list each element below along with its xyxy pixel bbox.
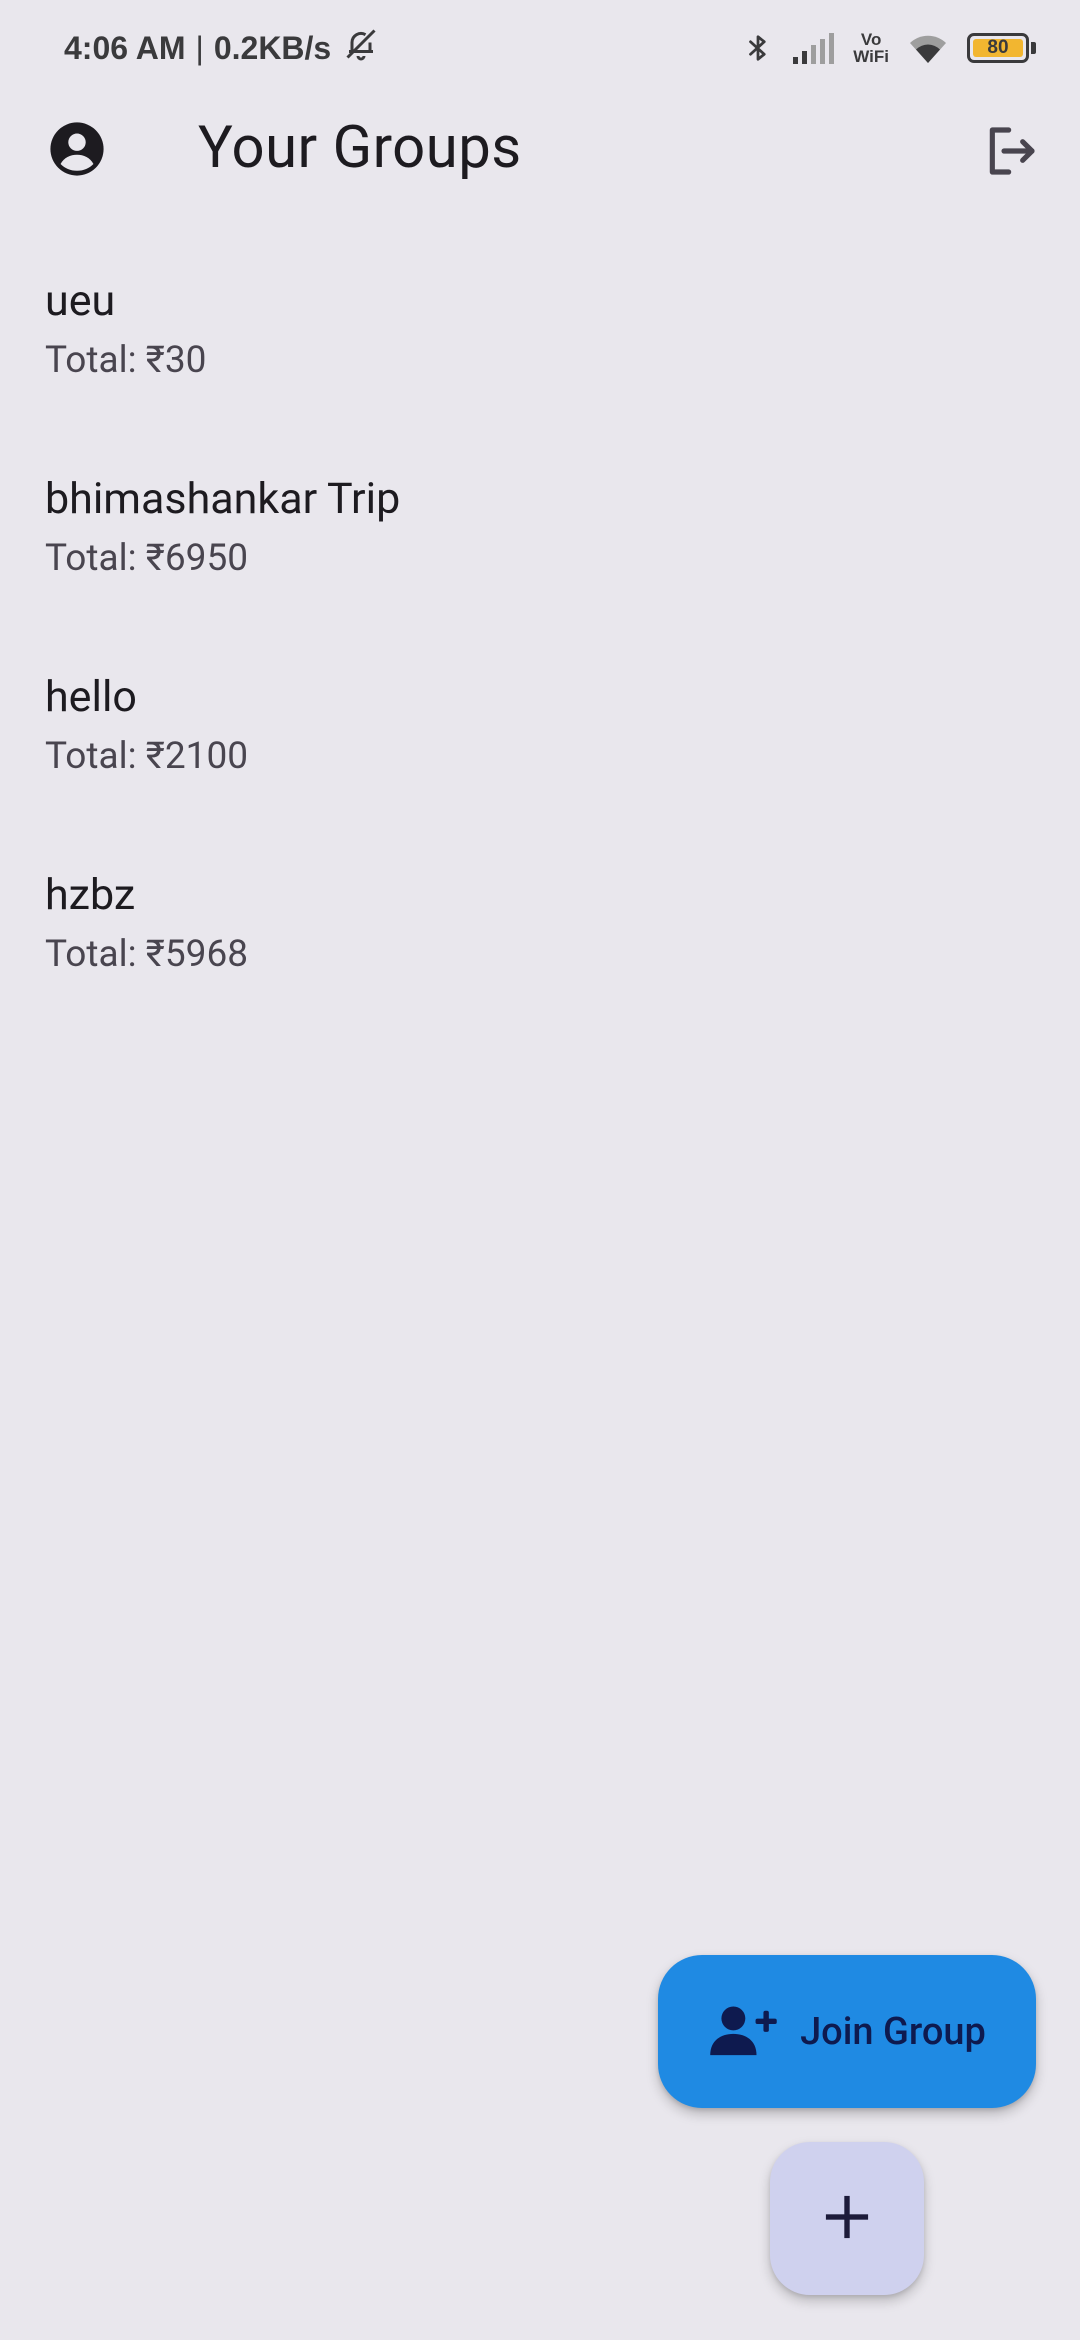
- group-total: Total: ₹2100: [45, 735, 249, 778]
- vowifi-bottom: WiFi: [853, 47, 889, 66]
- join-group-button[interactable]: Join Group: [658, 1955, 1036, 2108]
- battery-indicator: 80: [967, 33, 1036, 63]
- group-total: Total: ₹30: [45, 339, 207, 382]
- status-right: Vo WiFi 80: [743, 30, 1036, 66]
- bell-off-icon: [343, 26, 379, 70]
- screen: 4:06 AM | 0.2KB/s Vo WiFi 80 Your Groups…: [0, 0, 1080, 2340]
- logout-button[interactable]: [980, 122, 1042, 184]
- cell-signal-icon: [791, 31, 835, 65]
- wifi-icon: [907, 31, 949, 65]
- group-list: ueu Total: ₹30 bhimashankar Trip Total: …: [0, 258, 1080, 1050]
- page-title: Your Groups: [198, 114, 522, 182]
- logout-icon: [982, 123, 1040, 183]
- group-name: hello: [45, 672, 137, 722]
- battery-icon: 80: [967, 33, 1029, 63]
- status-left: 4:06 AM | 0.2KB/s: [64, 26, 379, 70]
- group-name: ueu: [45, 276, 116, 326]
- group-list-item[interactable]: ueu Total: ₹30: [0, 258, 1080, 456]
- battery-nub: [1031, 42, 1036, 54]
- group-list-item[interactable]: hello Total: ₹2100: [0, 654, 1080, 852]
- status-separator: |: [195, 29, 204, 66]
- bluetooth-icon: [743, 30, 773, 66]
- plus-icon: [824, 2194, 870, 2244]
- group-total: Total: ₹5968: [45, 933, 249, 976]
- group-name: hzbz: [45, 870, 136, 920]
- group-list-item[interactable]: hzbz Total: ₹5968: [0, 852, 1080, 1050]
- create-group-button[interactable]: [770, 2142, 924, 2295]
- profile-button[interactable]: [44, 118, 110, 184]
- account-circle-icon: [48, 120, 106, 182]
- group-total: Total: ₹6950: [45, 537, 249, 580]
- battery-level: 80: [987, 37, 1009, 58]
- group-name: bhimashankar Trip: [45, 474, 401, 524]
- network-speed: 0.2KB/s: [213, 29, 332, 66]
- group-list-item[interactable]: bhimashankar Trip Total: ₹6950: [0, 456, 1080, 654]
- status-time: 4:06 AM: [64, 29, 186, 66]
- app-bar: Your Groups: [0, 96, 1080, 208]
- join-group-label: Join Group: [800, 2009, 986, 2054]
- vowifi-indicator: Vo WiFi: [853, 31, 889, 65]
- status-bar: 4:06 AM | 0.2KB/s Vo WiFi 80: [0, 0, 1080, 96]
- person-add-icon: [708, 2003, 778, 2061]
